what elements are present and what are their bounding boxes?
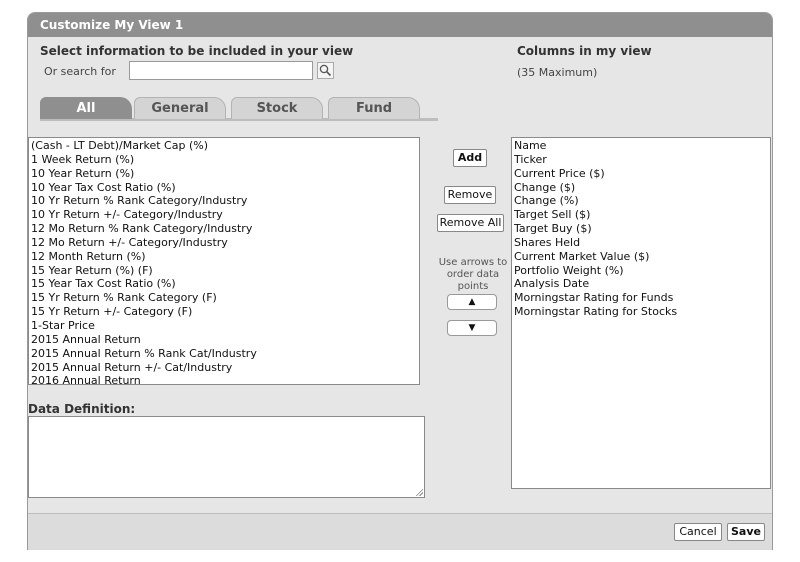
- search-button[interactable]: [317, 62, 334, 79]
- list-item[interactable]: 12 Month Return (%): [31, 250, 417, 264]
- resize-grip-icon[interactable]: [415, 488, 423, 496]
- list-item[interactable]: 10 Year Tax Cost Ratio (%): [31, 181, 417, 195]
- list-item[interactable]: 1 Week Return (%): [31, 153, 417, 167]
- list-item[interactable]: Change (%): [514, 194, 768, 208]
- save-button[interactable]: Save: [727, 523, 765, 541]
- customize-view-dialog: Customize My View 1 Select information t…: [27, 12, 773, 550]
- list-item[interactable]: Target Buy ($): [514, 222, 768, 236]
- list-item[interactable]: 12 Mo Return +/- Category/Industry: [31, 236, 417, 250]
- list-item[interactable]: 15 Year Return (%) (F): [31, 264, 417, 278]
- select-info-heading: Select information to be included in you…: [40, 44, 354, 58]
- list-item[interactable]: 2016 Annual Return: [31, 374, 417, 384]
- remove-button[interactable]: Remove: [444, 186, 496, 204]
- list-item[interactable]: Change ($): [514, 181, 768, 195]
- cancel-button[interactable]: Cancel: [674, 523, 722, 541]
- tab-fund[interactable]: Fund: [328, 97, 420, 119]
- tab-general[interactable]: General: [134, 97, 226, 119]
- list-item[interactable]: (Cash - LT Debt)/Market Cap (%): [31, 139, 417, 153]
- list-item[interactable]: 2015 Annual Return: [31, 333, 417, 347]
- list-item[interactable]: Analysis Date: [514, 277, 768, 291]
- list-item[interactable]: 10 Year Return (%): [31, 167, 417, 181]
- list-item[interactable]: 2015 Annual Return +/- Cat/Industry: [31, 361, 417, 375]
- list-item[interactable]: Morningstar Rating for Funds: [514, 291, 768, 305]
- search-input[interactable]: [129, 61, 313, 80]
- move-up-button[interactable]: ▲: [447, 294, 497, 310]
- arrows-instruction: Use arrows to order data points: [438, 257, 508, 292]
- add-button[interactable]: Add: [453, 149, 487, 167]
- data-definition-field[interactable]: [28, 416, 425, 498]
- dialog-title: Customize My View 1: [28, 13, 772, 37]
- remove-all-button[interactable]: Remove All: [437, 214, 504, 232]
- data-definition-label: Data Definition:: [28, 402, 136, 416]
- search-icon: [319, 64, 332, 77]
- tab-stock[interactable]: Stock: [231, 97, 323, 119]
- list-item[interactable]: Current Price ($): [514, 167, 768, 181]
- selected-columns-list[interactable]: Name Ticker Current Price ($) Change ($)…: [511, 137, 771, 489]
- list-item[interactable]: Current Market Value ($): [514, 250, 768, 264]
- columns-heading: Columns in my view: [517, 44, 652, 58]
- move-down-button[interactable]: ▼: [447, 320, 497, 336]
- list-item[interactable]: 15 Yr Return % Rank Category (F): [31, 291, 417, 305]
- arrow-up-icon: ▲: [468, 297, 476, 307]
- list-item[interactable]: Ticker: [514, 153, 768, 167]
- search-label: Or search for: [44, 65, 116, 78]
- list-item[interactable]: 2015 Annual Return % Rank Cat/Industry: [31, 347, 417, 361]
- list-item[interactable]: 10 Yr Return +/- Category/Industry: [31, 208, 417, 222]
- max-columns-note: (35 Maximum): [517, 66, 598, 79]
- list-item[interactable]: Portfolio Weight (%): [514, 264, 768, 278]
- list-item[interactable]: 12 Mo Return % Rank Category/Industry: [31, 222, 417, 236]
- list-item[interactable]: 15 Yr Return +/- Category (F): [31, 305, 417, 319]
- list-item[interactable]: 15 Year Tax Cost Ratio (%): [31, 277, 417, 291]
- dialog-footer: Cancel Save: [28, 513, 772, 550]
- tab-all[interactable]: All: [40, 97, 132, 119]
- list-item[interactable]: Morningstar Rating for Stocks: [514, 305, 768, 319]
- category-tabs: All General Stock Fund: [40, 95, 438, 121]
- list-item[interactable]: 1-Star Price: [31, 319, 417, 333]
- list-item[interactable]: Shares Held: [514, 236, 768, 250]
- available-data-points-list[interactable]: (Cash - LT Debt)/Market Cap (%) 1 Week R…: [28, 137, 420, 385]
- list-item[interactable]: Name: [514, 139, 768, 153]
- list-item[interactable]: 10 Yr Return % Rank Category/Industry: [31, 194, 417, 208]
- list-item[interactable]: Target Sell ($): [514, 208, 768, 222]
- arrow-down-icon: ▼: [468, 323, 476, 333]
